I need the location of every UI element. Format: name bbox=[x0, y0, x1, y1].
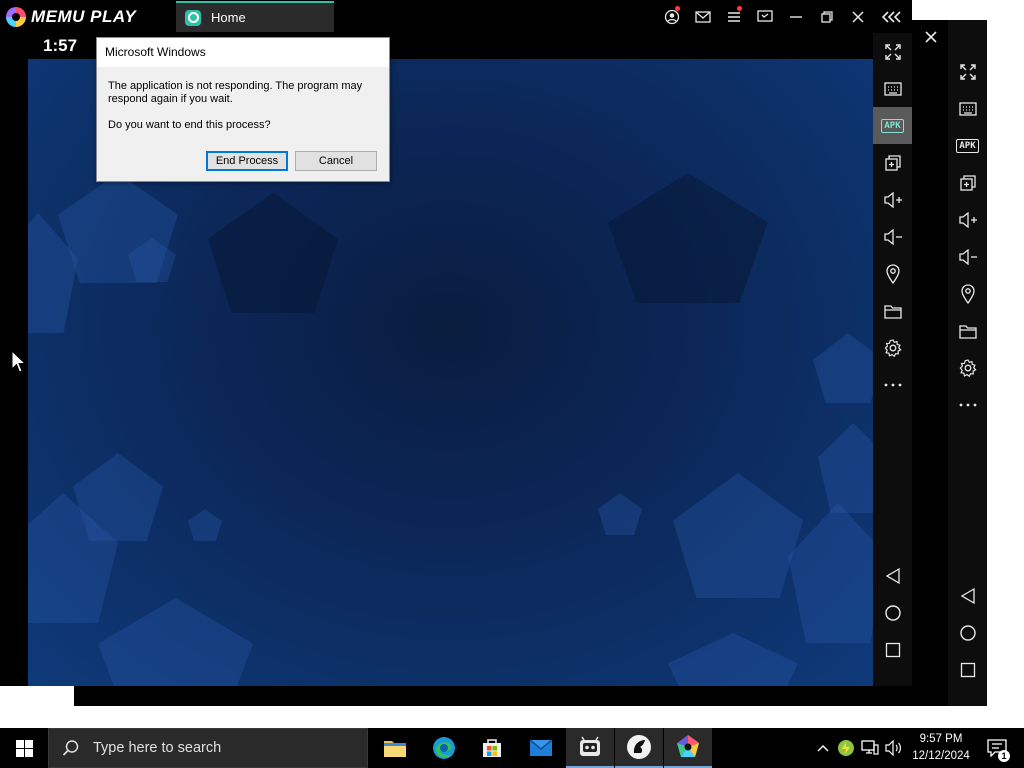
close-icon[interactable] bbox=[842, 0, 873, 33]
bg-keyboard-icon[interactable] bbox=[948, 90, 987, 127]
desktop-gap bbox=[0, 686, 74, 706]
bg-apk-icon[interactable]: APK bbox=[948, 127, 987, 164]
recents-icon[interactable] bbox=[873, 631, 912, 668]
apk-icon: APK bbox=[881, 118, 904, 133]
bg-home-icon[interactable] bbox=[948, 614, 987, 651]
menu-alert-dot bbox=[737, 6, 742, 11]
minimize-icon[interactable] bbox=[780, 0, 811, 33]
windows-logo-icon bbox=[15, 739, 33, 757]
dialog-title: Microsoft Windows bbox=[97, 38, 389, 67]
search-placeholder: Type here to search bbox=[93, 740, 222, 756]
not-responding-dialog: Microsoft Windows The application is not… bbox=[96, 37, 390, 182]
fullscreen-icon[interactable] bbox=[873, 33, 912, 70]
window-bottom-edge bbox=[74, 686, 102, 706]
cancel-button[interactable]: Cancel bbox=[295, 151, 377, 171]
dialog-message: The application is not responding. The p… bbox=[108, 80, 363, 105]
collapse-sidebar-icon[interactable] bbox=[876, 0, 907, 33]
menu-icon[interactable] bbox=[718, 0, 749, 33]
volume-down-icon[interactable] bbox=[873, 218, 912, 255]
account-alert-dot bbox=[675, 6, 680, 11]
settings-gear-icon[interactable] bbox=[873, 329, 912, 366]
dialog-question: Do you want to end this process? bbox=[108, 119, 271, 131]
notification-center-icon[interactable]: 1 bbox=[980, 728, 1014, 768]
taskbar-clock[interactable]: 9:57 PM 12/12/2024 bbox=[908, 731, 974, 765]
sidebar: APK bbox=[873, 33, 912, 686]
wallpaper-shape bbox=[668, 633, 798, 686]
edge-icon[interactable] bbox=[420, 728, 468, 768]
wallpaper-shape bbox=[188, 509, 222, 541]
clock-date: 12/12/2024 bbox=[912, 750, 970, 762]
file-explorer-icon[interactable] bbox=[371, 728, 419, 768]
bg-sidebar: APK bbox=[948, 20, 987, 706]
bg-more-icon[interactable] bbox=[948, 386, 987, 423]
show-hidden-icons-icon[interactable] bbox=[813, 728, 833, 768]
search-icon bbox=[62, 740, 79, 756]
more-icon[interactable] bbox=[873, 366, 912, 403]
tab-home[interactable]: Home bbox=[176, 1, 334, 32]
wallpaper-shape bbox=[598, 493, 642, 535]
bg-fullscreen-icon[interactable] bbox=[948, 53, 987, 90]
brand-name: MEMU PLAY bbox=[31, 7, 137, 26]
back-icon[interactable] bbox=[873, 557, 912, 594]
apk-install-button[interactable]: APK bbox=[873, 107, 912, 144]
bg-recents-icon[interactable] bbox=[948, 651, 987, 688]
account-icon[interactable] bbox=[656, 0, 687, 33]
keyboard-icon[interactable] bbox=[873, 70, 912, 107]
desktop: APK MEMU PLAY Home 1:57 APK Microsoft Wi… bbox=[0, 0, 1024, 728]
folder-icon[interactable] bbox=[873, 292, 912, 329]
bg-multi-window-icon[interactable] bbox=[948, 164, 987, 201]
store-icon[interactable] bbox=[468, 728, 516, 768]
wallpaper-shape bbox=[813, 333, 873, 403]
volume-icon[interactable] bbox=[883, 728, 905, 768]
bg-volume-down-icon[interactable] bbox=[948, 238, 987, 275]
android-clock: 1:57 bbox=[43, 36, 78, 55]
status-tray-icon[interactable] bbox=[835, 728, 857, 768]
multi-window-icon[interactable] bbox=[873, 144, 912, 181]
notification-badge: 1 bbox=[998, 750, 1010, 762]
bg-location-icon[interactable] bbox=[948, 275, 987, 312]
wallpaper-shape bbox=[818, 423, 873, 513]
mail-icon[interactable] bbox=[687, 0, 718, 33]
app-icon[interactable] bbox=[615, 728, 663, 768]
wallpaper-shape bbox=[673, 473, 803, 598]
memu-icon[interactable] bbox=[664, 728, 712, 768]
location-icon[interactable] bbox=[873, 255, 912, 292]
home-app-icon bbox=[185, 9, 201, 26]
clock-time: 9:57 PM bbox=[919, 733, 963, 745]
taskbar: Type here to search 9:57 PM 12/12/2024 1 bbox=[0, 728, 1024, 768]
bg-close-icon[interactable] bbox=[912, 20, 950, 54]
bg-volume-up-icon[interactable] bbox=[948, 201, 987, 238]
title-bar: MEMU PLAY Home bbox=[0, 0, 912, 33]
volume-up-icon[interactable] bbox=[873, 181, 912, 218]
restore-icon[interactable] bbox=[811, 0, 842, 33]
taskbar-search[interactable]: Type here to search bbox=[48, 728, 368, 768]
home-icon[interactable] bbox=[873, 594, 912, 631]
bg-back-icon[interactable] bbox=[948, 577, 987, 614]
wallpaper-shape bbox=[208, 193, 338, 313]
mail-app-icon[interactable] bbox=[517, 728, 565, 768]
wallpaper-shape bbox=[98, 598, 253, 686]
memu-logo: MEMU PLAY bbox=[6, 6, 136, 28]
mouse-cursor-icon bbox=[11, 350, 27, 373]
memu-multi-icon[interactable] bbox=[566, 728, 614, 768]
end-process-button[interactable]: End Process bbox=[206, 151, 288, 171]
bg-folder-icon[interactable] bbox=[948, 312, 987, 349]
memu-logo-icon bbox=[6, 7, 26, 27]
screenshot-icon[interactable] bbox=[749, 0, 780, 33]
bg-settings-gear-icon[interactable] bbox=[948, 349, 987, 386]
wallpaper-shape bbox=[608, 173, 768, 303]
tab-label: Home bbox=[211, 10, 246, 25]
start-button[interactable] bbox=[0, 728, 48, 768]
network-icon[interactable] bbox=[859, 728, 881, 768]
